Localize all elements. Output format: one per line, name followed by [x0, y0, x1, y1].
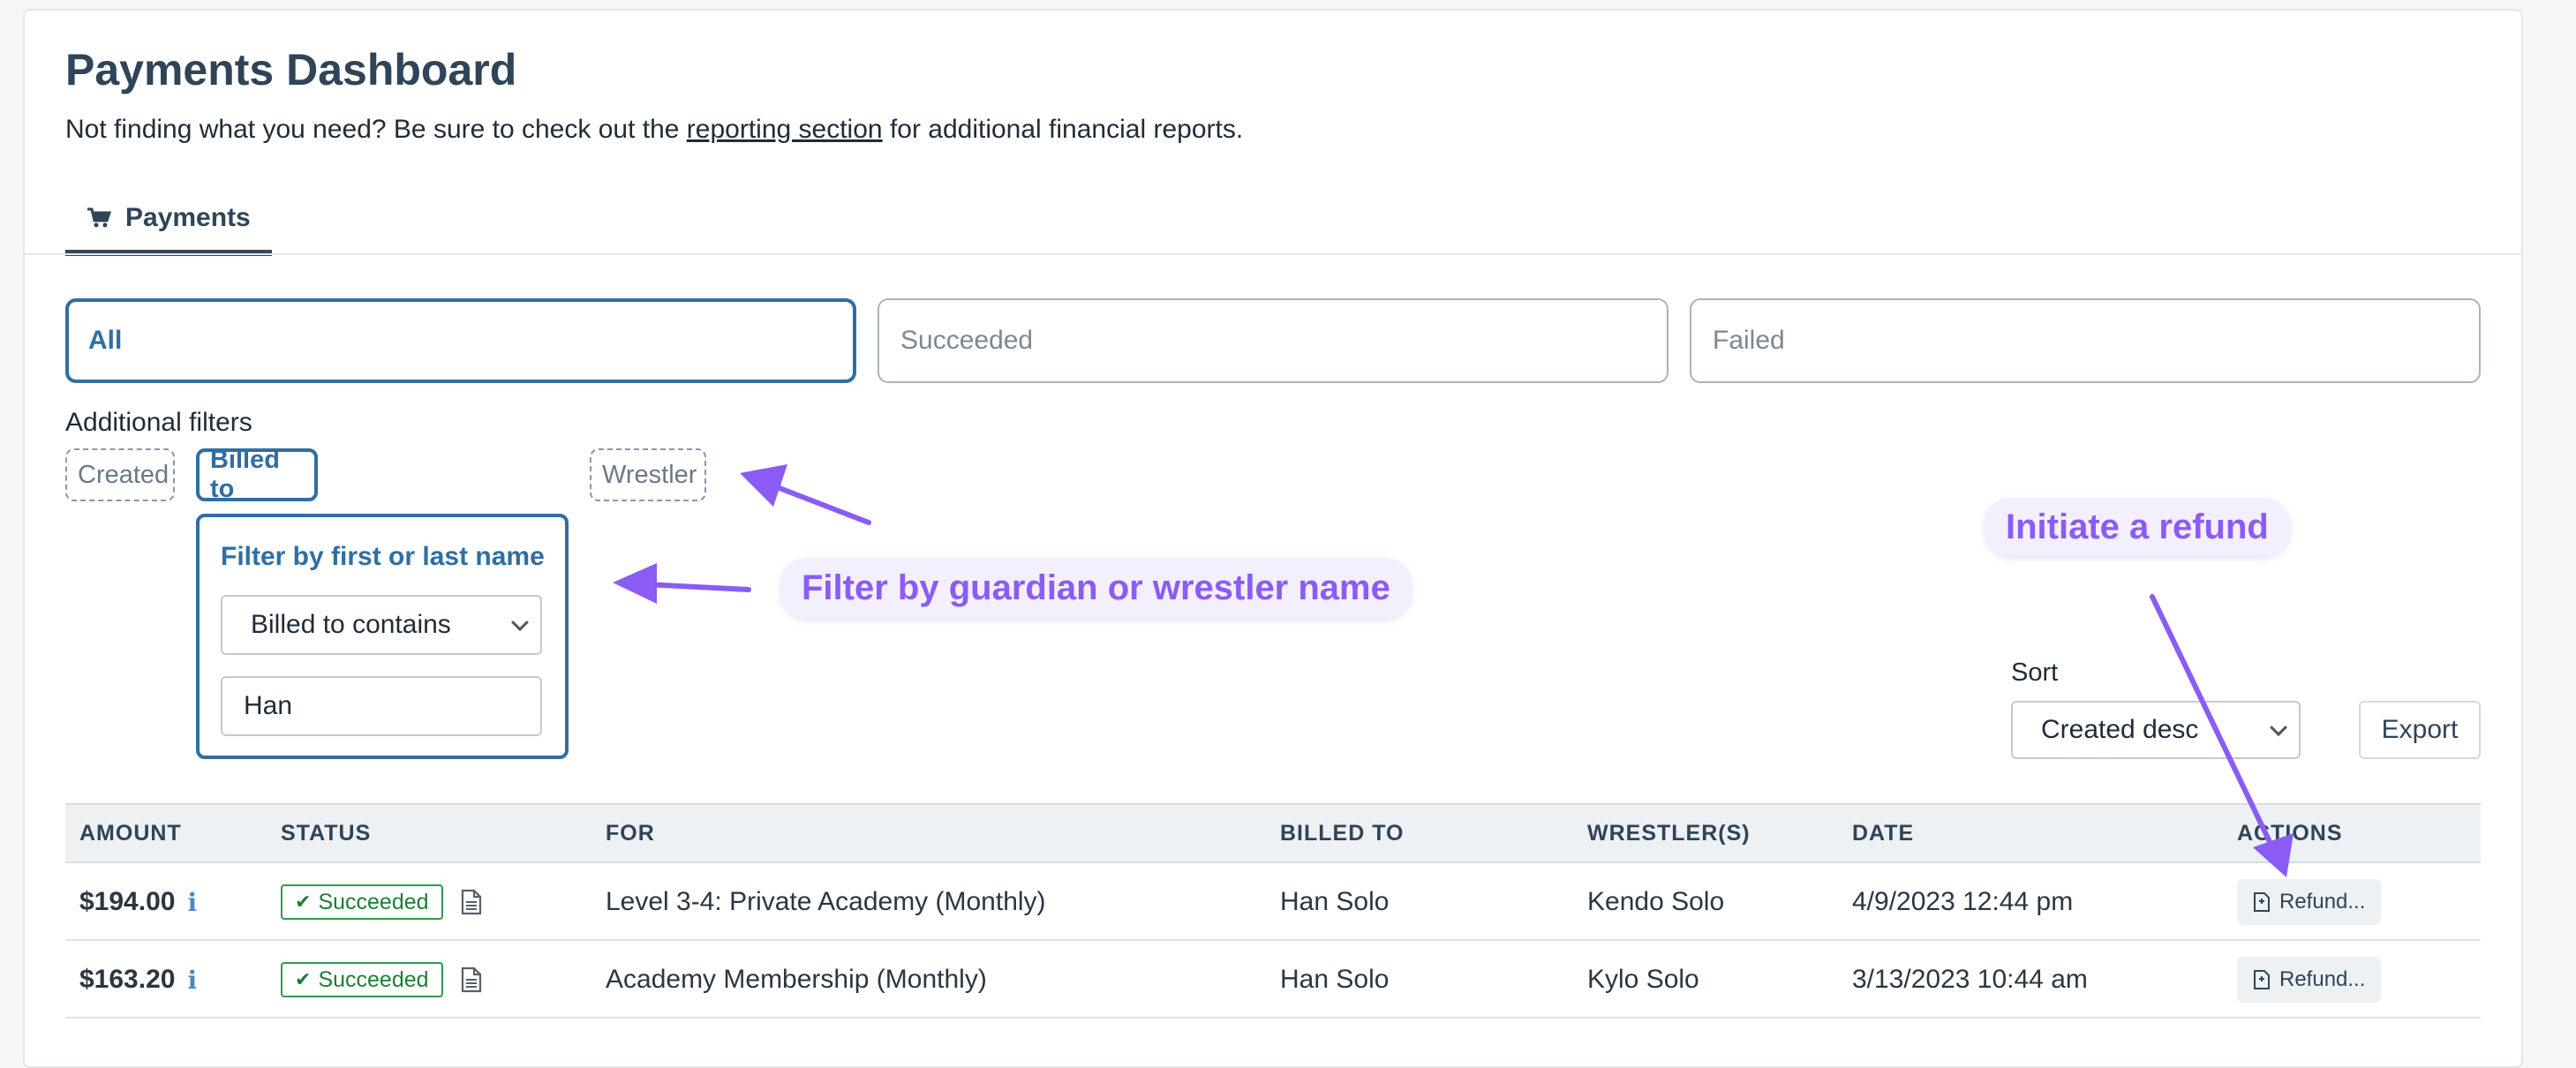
additional-filters-label: Additional filters — [65, 408, 252, 437]
page-title: Payments Dashboard — [65, 45, 517, 94]
callout-filter-by-name: Filter by guardian or wrestler name — [780, 558, 1412, 618]
status-tab-all[interactable]: All — [65, 298, 856, 383]
status-tab-failed[interactable]: Failed — [1690, 298, 2481, 383]
tab-payments[interactable]: Payments — [65, 185, 272, 256]
refund-button[interactable]: Refund... — [2237, 957, 2382, 1003]
wrestlers-cell: Kendo Solo — [1587, 887, 1725, 916]
sort-label: Sort — [2011, 658, 2059, 687]
refund-button-label: Refund... — [2279, 890, 2366, 914]
col-amount[interactable]: AMOUNT — [79, 805, 182, 861]
callout-initiate-refund: Initiate a refund — [1985, 498, 2290, 556]
actions-cell: Refund... — [2237, 863, 2382, 941]
check-icon: ✔ — [295, 968, 312, 990]
page-subtitle: Not finding what you need? Be sure to ch… — [65, 115, 1243, 145]
filter-chip-billed-to[interactable]: Billed to — [196, 446, 318, 503]
date-cell: 4/9/2023 12:44 pm — [1852, 887, 2074, 916]
billed-to-filter-panel: Filter by first or last name Billed to c… — [196, 514, 569, 759]
amount-value: $163.20 — [79, 965, 176, 994]
export-button[interactable]: Export — [2359, 701, 2481, 759]
refund-doc-icon — [2254, 970, 2270, 989]
billed-to-cell: Han Solo — [1280, 887, 1390, 916]
col-wrestlers[interactable]: WRESTLER(S) — [1587, 805, 1751, 861]
tab-divider — [23, 253, 2523, 255]
status-tab-succeeded[interactable]: Succeeded — [877, 298, 1668, 383]
table-header: AMOUNT STATUS FOR BILLED TO WRESTLER(S) … — [65, 803, 2481, 863]
reporting-section-link[interactable]: reporting section — [687, 115, 883, 144]
amount-cell: $194.00 i — [79, 863, 197, 941]
amount-cell: $163.20 i — [79, 941, 197, 1019]
refund-button[interactable]: Refund... — [2237, 879, 2382, 925]
filter-operator-select[interactable]: Billed to contains — [221, 595, 542, 655]
tab-payments-label: Payments — [125, 202, 251, 232]
info-icon[interactable]: i — [187, 888, 197, 917]
chevron-down-icon — [511, 613, 529, 632]
actions-cell: Refund... — [2237, 941, 2382, 1019]
filter-chip-wrestler[interactable]: Wrestler — [590, 448, 706, 501]
filter-operator-value: Billed to contains — [251, 610, 451, 639]
col-actions: ACTIONS — [2237, 820, 2343, 846]
date-cell: 3/13/2023 10:44 am — [1852, 965, 2088, 994]
chevron-down-icon — [2270, 718, 2287, 737]
status-cell: ✔ Succeeded — [281, 863, 482, 941]
status-badge-label: Succeeded — [318, 889, 429, 914]
sort-select[interactable]: Created desc — [2011, 701, 2301, 759]
filter-name-value: Han — [244, 691, 293, 720]
col-for[interactable]: FOR — [606, 805, 655, 861]
for-cell: Academy Membership (Monthly) — [606, 965, 987, 994]
subtitle-text-before: Not finding what you need? Be sure to ch… — [65, 115, 680, 144]
sort-value: Created desc — [2041, 715, 2199, 744]
cart-icon — [87, 207, 111, 227]
refund-doc-icon — [2254, 892, 2270, 912]
table-row: $194.00 i ✔ Succeeded Level 3-4: Private… — [65, 863, 2481, 941]
filter-chip-created[interactable]: Created — [65, 448, 175, 501]
subtitle-text-after: for additional financial reports. — [889, 115, 1244, 144]
check-icon: ✔ — [295, 891, 312, 913]
col-billed-to[interactable]: BILLED TO — [1280, 805, 1404, 861]
filter-name-input[interactable]: Han — [221, 676, 542, 736]
status-badge: ✔ Succeeded — [281, 962, 443, 997]
refund-button-label: Refund... — [2279, 967, 2366, 991]
receipt-icon[interactable] — [461, 889, 482, 915]
table-row: $163.20 i ✔ Succeeded Academy Membership… — [65, 941, 2481, 1019]
receipt-icon[interactable] — [461, 966, 482, 993]
wrestlers-cell: Kylo Solo — [1587, 965, 1699, 994]
amount-value: $194.00 — [79, 887, 176, 916]
info-icon[interactable]: i — [187, 966, 197, 995]
billed-to-cell: Han Solo — [1280, 965, 1390, 994]
col-status[interactable]: STATUS — [281, 805, 371, 861]
for-cell: Level 3-4: Private Academy (Monthly) — [606, 887, 1046, 916]
filter-panel-title: Filter by first or last name — [221, 542, 545, 571]
col-date[interactable]: DATE — [1852, 805, 1914, 861]
status-badge-label: Succeeded — [318, 966, 429, 992]
status-cell: ✔ Succeeded — [281, 941, 482, 1019]
status-badge: ✔ Succeeded — [281, 884, 443, 920]
